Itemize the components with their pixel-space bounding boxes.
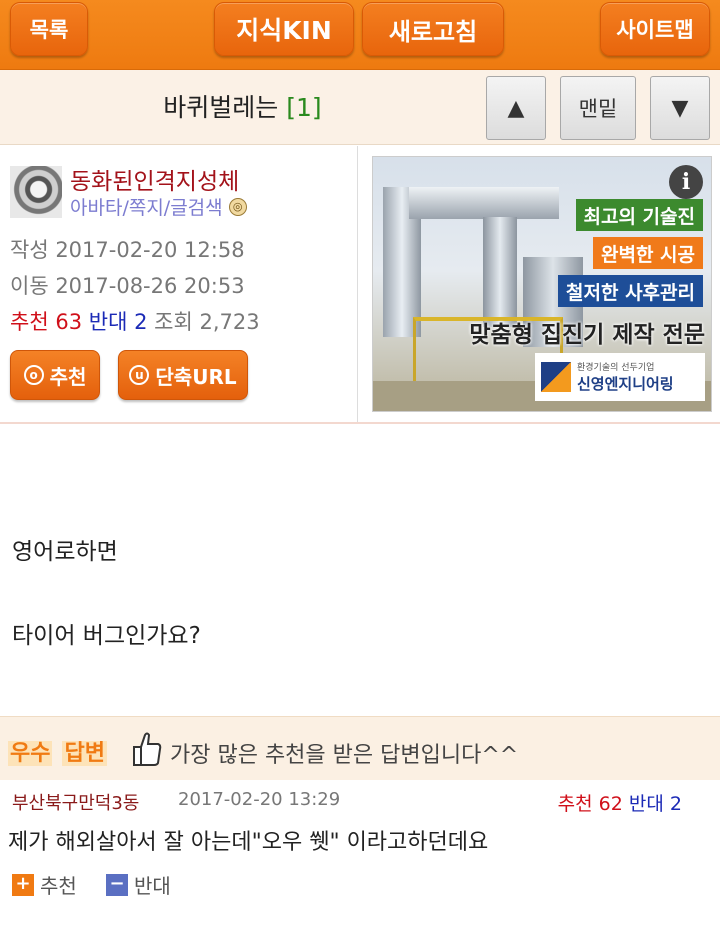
recommend-count: 63 xyxy=(55,310,83,334)
comment-recommend-count: 62 xyxy=(598,793,623,815)
moved-date: 이동 2017-08-26 20:53 xyxy=(10,274,245,298)
comment-recommend-button-label: 추천 xyxy=(40,874,77,898)
comment-author[interactable]: 부산북구만덕3동 xyxy=(12,789,139,815)
list-button[interactable]: 목록 xyxy=(10,2,88,56)
views-label: 조회 xyxy=(154,310,193,334)
plus-icon: + xyxy=(12,873,34,896)
best-answer-bar: 우수 답변 가장 많은 추천을 받은 답변입니다^^ xyxy=(0,716,720,780)
post-title-text: 바퀴벌레는 xyxy=(163,93,279,122)
comment-count: [1] xyxy=(286,93,322,122)
oppose-count: 2 xyxy=(134,310,148,334)
scroll-up-button[interactable]: ▲ xyxy=(486,76,546,140)
minus-icon: − xyxy=(106,873,128,896)
comment-oppose-button-label: 반대 xyxy=(134,874,171,898)
post-title-bar: 바퀴벌레는 [1] ▲ 맨밑 ▼ xyxy=(0,70,720,145)
post-info-panel: 동화된인격지성체 아바타/쪽지/글검색 ◎ 작성 2017-02-20 12:5… xyxy=(0,146,358,422)
views-count: 2,723 xyxy=(199,310,260,334)
ad-company-logo: 환경기술의 선두기업 신영엔지니어링 xyxy=(535,353,705,401)
comment-oppose-button[interactable]: − 반대 xyxy=(106,870,171,899)
company-name: 신영엔지니어링 xyxy=(577,375,674,393)
oppose-label: 반대 xyxy=(88,310,128,334)
recommend-circle-icon: o xyxy=(23,365,44,385)
ad-tag-construction: 완벽한 시공 xyxy=(592,237,703,269)
scroll-bottom-button[interactable]: 맨밑 xyxy=(560,76,636,140)
sitemap-button[interactable]: 사이트맵 xyxy=(600,2,710,56)
scroll-down-button[interactable]: ▼ xyxy=(650,76,710,140)
ad-duct-graphic xyxy=(409,187,559,219)
avatar[interactable] xyxy=(10,166,62,218)
recommend-button[interactable]: o 추천 xyxy=(10,350,100,400)
comment-recommend-label: 추천 xyxy=(557,793,593,815)
post-stats: 추천 63 반대 2 조회 2,723 xyxy=(10,306,260,336)
comment-oppose-label: 반대 xyxy=(628,793,664,815)
knowledge-kin-button[interactable]: 지식KIN xyxy=(214,2,354,56)
ad-duct-graphic xyxy=(483,217,517,327)
best-answer-description: 가장 많은 추천을 받은 답변입니다^^ xyxy=(170,743,519,768)
recommend-label: 추천 xyxy=(10,310,49,334)
top-nav-bar: 목록 지식KIN 새로고침 사이트맵 xyxy=(0,0,720,70)
short-url-button-label: 단축URL xyxy=(155,364,237,389)
ad-tag-tech: 최고의 기술진 xyxy=(575,199,703,231)
written-date: 작성 2017-02-20 12:58 xyxy=(10,238,245,262)
post-body-line: 타이어 버그인가요? xyxy=(12,623,201,649)
recommend-button-label: 추천 xyxy=(49,364,87,389)
advertisement-banner[interactable]: i 최고의 기술진 완벽한 시공 철저한 사후관리 맞춤형 집진기 제작 전문 … xyxy=(372,156,712,412)
thumbs-up-icon xyxy=(133,732,162,766)
company-logo-icon xyxy=(541,362,571,392)
best-badge-word-2: 답변 xyxy=(62,741,107,766)
comment-text: 제가 해외살아서 잘 아는데"오우 쒯" 이라고하던데요 xyxy=(8,830,489,855)
refresh-button[interactable]: 새로고침 xyxy=(362,2,504,56)
comment-oppose-count: 2 xyxy=(669,793,682,815)
author-nickname[interactable]: 동화된인격지성체 xyxy=(70,162,239,196)
content-divider xyxy=(0,422,720,424)
company-subtitle: 환경기술의 선두기업 xyxy=(577,363,655,373)
post-title: 바퀴벌레는 [1] xyxy=(0,88,485,124)
ad-tag-aftercare: 철저한 사후관리 xyxy=(558,275,703,307)
best-badge-word-1: 우수 xyxy=(8,741,53,766)
short-url-button[interactable]: u 단축URL xyxy=(118,350,248,400)
short-url-circle-icon: u xyxy=(129,365,150,385)
ad-headline: 맞춤형 집진기 제작 전문 xyxy=(469,322,705,348)
post-body-line: 영어로하면 xyxy=(12,539,118,565)
best-answer-badge: 우수 답변 xyxy=(8,735,107,767)
user-links: 아바타/쪽지/글검색 ◎ xyxy=(70,193,247,220)
comment-recommend-button[interactable]: + 추천 xyxy=(12,870,77,899)
comment-votes: 추천 62 반대 2 xyxy=(558,789,682,816)
user-links-text[interactable]: 아바타/쪽지/글검색 xyxy=(70,193,223,220)
level-badge-icon: ◎ xyxy=(228,197,247,216)
ad-info-icon[interactable]: i xyxy=(669,165,703,199)
comment-date: 2017-02-20 13:29 xyxy=(178,789,341,810)
